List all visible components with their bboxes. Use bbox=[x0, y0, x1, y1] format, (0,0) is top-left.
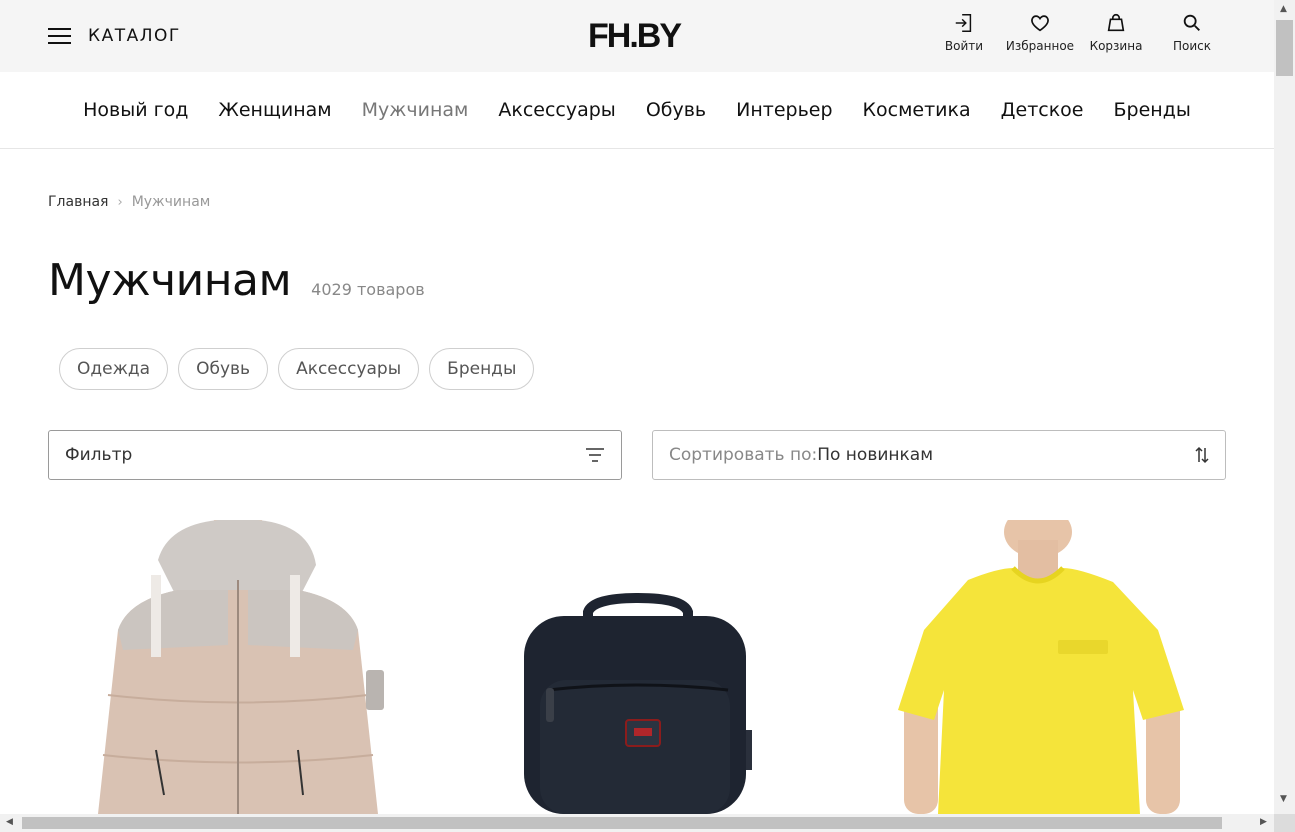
header-actions: Войти Избранное Корзина Поиск bbox=[922, 12, 1226, 53]
favorites-button[interactable]: Избранное bbox=[1006, 12, 1074, 53]
product-card-backpack[interactable] bbox=[448, 520, 828, 814]
top-header: КАТАЛОГ FH.BY Войти Избранное Корзина По… bbox=[0, 0, 1274, 72]
nav-item-kids[interactable]: Детское bbox=[1001, 99, 1084, 121]
nav-item-women[interactable]: Женщинам bbox=[218, 99, 331, 121]
browser-viewport: КАТАЛОГ FH.BY Войти Избранное Корзина По… bbox=[0, 0, 1295, 832]
nav-item-brands[interactable]: Бренды bbox=[1114, 99, 1191, 121]
product-image-puffer-jacket bbox=[98, 520, 384, 814]
horizontal-scrollbar[interactable]: ◀ ▶ bbox=[0, 814, 1274, 832]
filter-icon bbox=[586, 448, 604, 462]
main-navigation: Новый год Женщинам Мужчинам Аксессуары О… bbox=[0, 72, 1274, 149]
breadcrumb-current: Мужчинам bbox=[131, 194, 211, 210]
filter-button[interactable]: Фильтр bbox=[48, 430, 622, 480]
login-icon bbox=[955, 14, 972, 32]
chip-accessories[interactable]: Аксессуары bbox=[278, 348, 420, 390]
category-chips: Одежда Обувь Аксессуары Бренды bbox=[59, 348, 544, 390]
favorites-label: Избранное bbox=[1005, 39, 1075, 53]
product-card-jacket[interactable] bbox=[48, 520, 428, 814]
title-row: Мужчинам 4029 товаров bbox=[48, 255, 425, 306]
chevron-right-icon: › bbox=[117, 194, 123, 210]
sort-select[interactable]: Сортировать по: По новинкам bbox=[652, 430, 1226, 480]
cart-label: Корзина bbox=[1089, 39, 1143, 53]
nav-item-interior[interactable]: Интерьер bbox=[736, 99, 832, 121]
page-title: Мужчинам bbox=[48, 255, 292, 306]
page: КАТАЛОГ FH.BY Войти Избранное Корзина По… bbox=[0, 0, 1274, 814]
vertical-scroll-thumb[interactable] bbox=[1276, 20, 1293, 76]
heart-icon bbox=[1031, 15, 1049, 32]
scroll-right-icon[interactable]: ▶ bbox=[1260, 817, 1267, 827]
nav-item-new-year[interactable]: Новый год bbox=[83, 99, 188, 121]
catalog-button[interactable]: КАТАЛОГ bbox=[48, 22, 181, 50]
menu-icon bbox=[48, 28, 71, 44]
scrollbar-corner bbox=[1274, 814, 1295, 832]
product-image-t-shirt bbox=[898, 520, 1184, 814]
login-button[interactable]: Войти bbox=[930, 12, 998, 53]
bag-icon bbox=[1107, 14, 1125, 32]
product-card-tshirt[interactable] bbox=[848, 520, 1228, 814]
nav-item-accessories[interactable]: Аксессуары bbox=[498, 99, 615, 121]
chip-shoes[interactable]: Обувь bbox=[178, 348, 269, 390]
search-label: Поиск bbox=[1172, 39, 1211, 53]
product-image-backpack bbox=[524, 592, 752, 814]
filter-label: Фильтр bbox=[65, 445, 133, 465]
vertical-scrollbar[interactable]: ▲ ▼ bbox=[1274, 0, 1295, 814]
cart-button[interactable]: Корзина bbox=[1082, 12, 1150, 53]
chip-brands[interactable]: Бренды bbox=[429, 348, 535, 390]
search-icon bbox=[1183, 14, 1200, 31]
sort-value: По новинкам bbox=[817, 445, 934, 465]
product-count: 4029 товаров bbox=[311, 280, 425, 299]
breadcrumb-home[interactable]: Главная bbox=[48, 194, 108, 210]
search-button[interactable]: Поиск bbox=[1158, 12, 1226, 53]
site-logo[interactable]: FH.BY bbox=[588, 17, 682, 56]
breadcrumb: Главная › Мужчинам bbox=[48, 194, 210, 210]
nav-item-shoes[interactable]: Обувь bbox=[646, 99, 706, 121]
horizontal-scroll-thumb[interactable] bbox=[22, 817, 1222, 829]
catalog-label: КАТАЛОГ bbox=[88, 26, 181, 46]
scroll-up-icon[interactable]: ▲ bbox=[1280, 4, 1287, 14]
sort-prefix: Сортировать по: bbox=[669, 445, 818, 465]
sort-arrows-icon bbox=[1195, 446, 1209, 464]
chip-clothing[interactable]: Одежда bbox=[59, 348, 169, 390]
login-label: Войти bbox=[944, 39, 984, 53]
nav-item-men[interactable]: Мужчинам bbox=[362, 99, 469, 121]
nav-item-cosmetics[interactable]: Косметика bbox=[863, 99, 971, 121]
scroll-down-icon[interactable]: ▼ bbox=[1280, 794, 1287, 804]
scroll-left-icon[interactable]: ◀ bbox=[6, 817, 13, 827]
